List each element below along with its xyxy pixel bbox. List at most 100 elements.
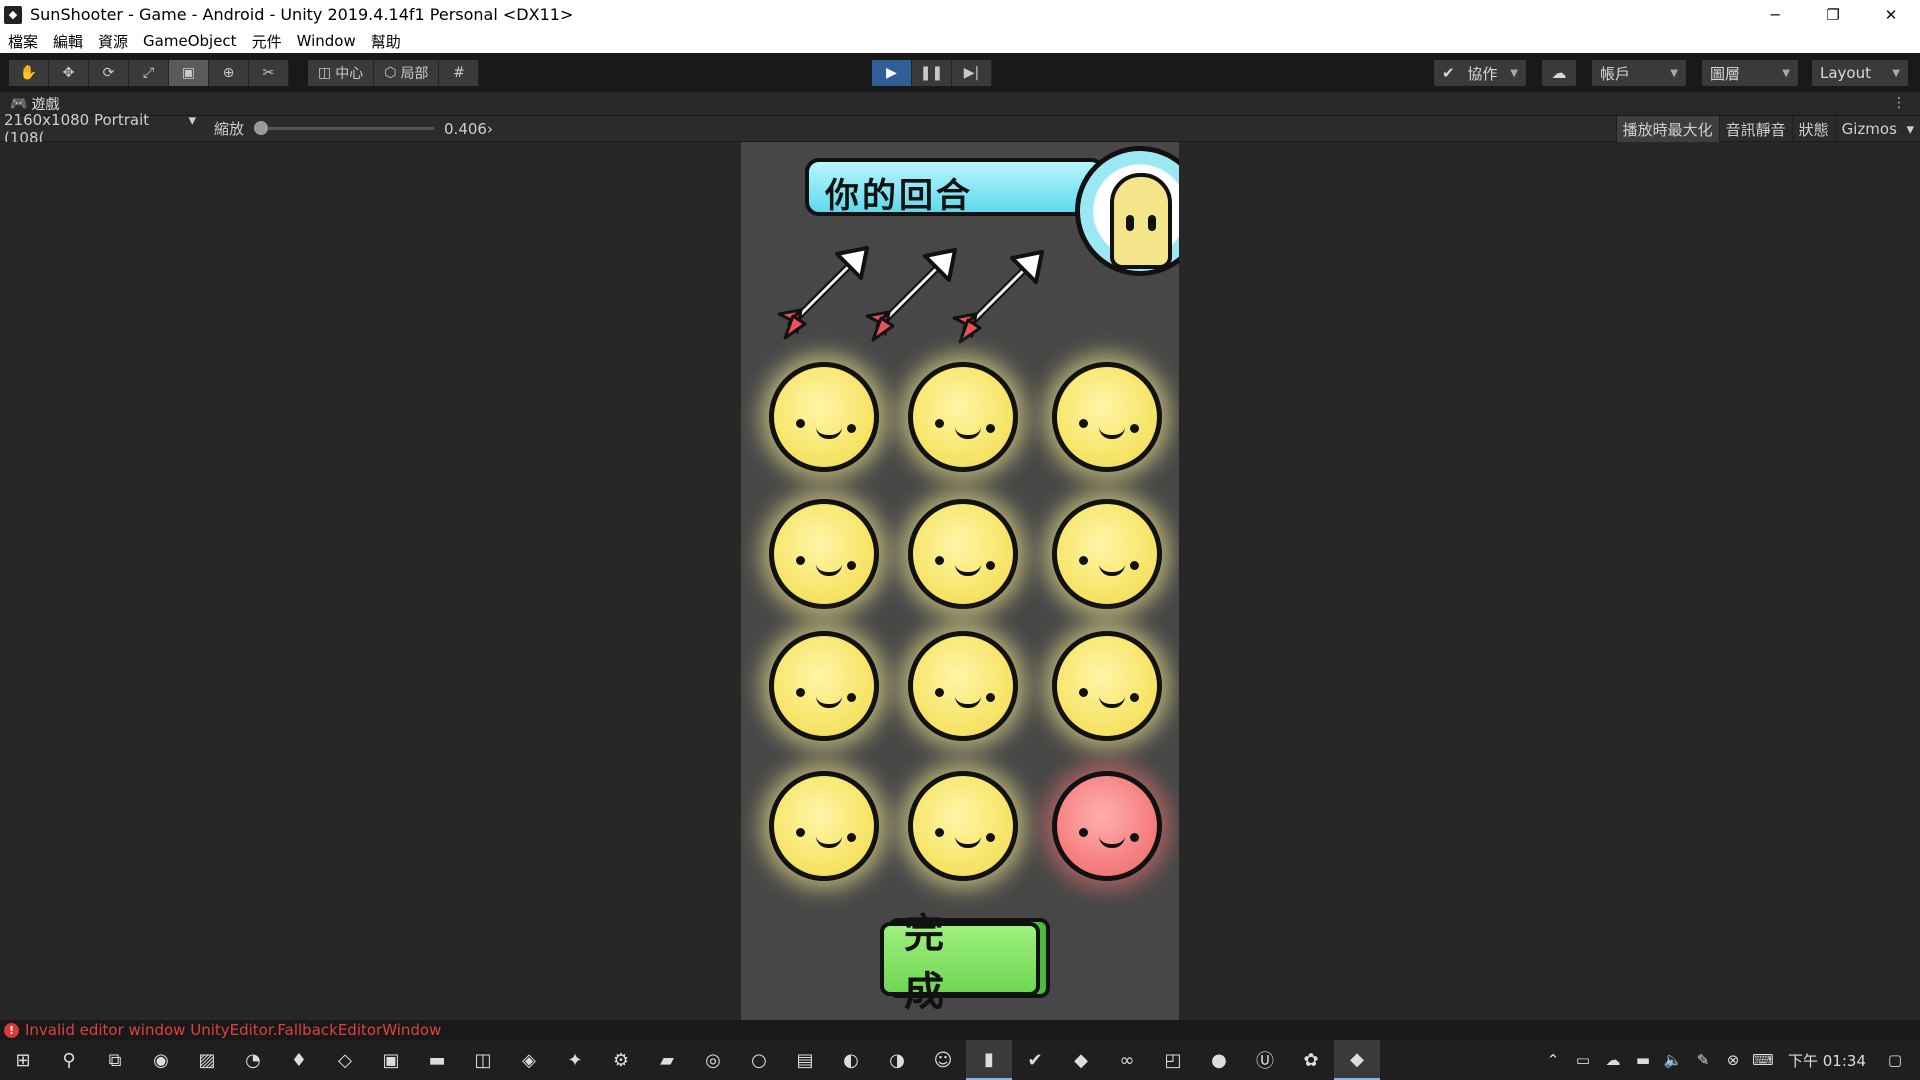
menu-help[interactable]: 幫助 <box>364 31 408 52</box>
pause-button[interactable]: ❚❚ <box>912 60 952 86</box>
pen-icon[interactable]: ✎ <box>1688 1051 1718 1069</box>
taskbar-app-8[interactable]: ▤ <box>782 1040 828 1080</box>
sun-eye <box>1079 419 1088 428</box>
close-button[interactable]: ✕ <box>1862 0 1920 29</box>
taskbar-davinci[interactable]: ✿ <box>1288 1040 1334 1080</box>
menu-gameobject[interactable]: GameObject <box>136 32 244 50</box>
taskbar-clock[interactable]: 下午 01:34 <box>1788 1050 1866 1071</box>
cloud-sync-icon[interactable]: ☁ <box>1598 1051 1628 1069</box>
menu-window[interactable]: Window <box>290 32 363 50</box>
gizmos-toggle[interactable]: Gizmos ▾ <box>1834 116 1920 142</box>
sun-target[interactable] <box>908 362 1018 472</box>
windows-start-button[interactable]: ⊞ <box>0 1040 46 1080</box>
taskbar-visual-studio[interactable]: ∞ <box>1104 1040 1150 1080</box>
volume-icon[interactable]: 🔈 <box>1658 1051 1688 1069</box>
scale-slider-handle[interactable] <box>254 121 269 135</box>
sun-target[interactable] <box>769 362 879 472</box>
menu-edit[interactable]: 編輯 <box>46 31 90 52</box>
more-options-icon[interactable]: ⋮ <box>1892 95 1906 111</box>
cloud-button[interactable]: ☁ <box>1542 60 1576 86</box>
taskbar-app-1[interactable]: ◉ <box>138 1040 184 1080</box>
stats-toggle[interactable]: 狀態 <box>1791 116 1835 142</box>
taskbar-opera[interactable]: ○ <box>736 1040 782 1080</box>
taskbar-app-13[interactable]: ◰ <box>1150 1040 1196 1080</box>
taskbar-app-14[interactable]: ● <box>1196 1040 1242 1080</box>
maximize-on-play-toggle[interactable]: 播放時最大化 <box>1615 116 1719 142</box>
taskbar-chrome[interactable]: ◎ <box>690 1040 736 1080</box>
move-tool-button[interactable]: ✥ <box>49 60 89 86</box>
grid-snap-button[interactable]: # <box>439 60 480 86</box>
taskbar-app-6[interactable]: ◈ <box>506 1040 552 1080</box>
rect-tool-button[interactable]: ▣ <box>169 60 209 86</box>
sun-mouth <box>955 696 981 708</box>
sun-target[interactable] <box>1052 631 1162 741</box>
minimize-button[interactable]: ─ <box>1746 0 1804 29</box>
menu-assets[interactable]: 資源 <box>91 31 135 52</box>
scale-slider[interactable] <box>254 121 435 135</box>
app-icon: ◑ <box>889 1049 905 1071</box>
taskbar-app-5[interactable]: ▣ <box>368 1040 414 1080</box>
taskbar-app-3[interactable]: ◔ <box>230 1040 276 1080</box>
maximize-button[interactable]: ❐ <box>1804 0 1862 29</box>
task-view-button[interactable]: ⧉ <box>92 1040 138 1080</box>
taskbar-premiere[interactable]: ▰ <box>644 1040 690 1080</box>
taskbar-unity-editor[interactable]: ◆ <box>1334 1040 1380 1080</box>
taskbar-app-10[interactable]: ◑ <box>874 1040 920 1080</box>
keyboard-icon[interactable]: ⌨ <box>1748 1051 1778 1069</box>
taskbar-vscode[interactable]: ◇ <box>322 1040 368 1080</box>
transform-tool-button[interactable]: ⊕ <box>209 60 249 86</box>
sun-target[interactable] <box>769 631 879 741</box>
windows-taskbar: ⊞ ⚲ ⧉ ◉ ▨ ◔ ♦ ◇ ▣ ▬ ◫ ◈ ✦ ⚙ ▰ ◎ ○ ▤ ◐ ◑ … <box>0 1040 1920 1080</box>
sun-target[interactable] <box>1052 499 1162 609</box>
menu-component[interactable]: 元件 <box>245 31 289 52</box>
mute-audio-toggle[interactable]: 音訊靜音 <box>1718 116 1792 142</box>
sun-target[interactable] <box>1052 362 1162 472</box>
taskbar-unreal[interactable]: Ⓤ <box>1242 1040 1288 1080</box>
taskbar-file-explorer[interactable]: ▬ <box>414 1040 460 1080</box>
taskbar-app-7[interactable]: ✦ <box>552 1040 598 1080</box>
taskbar-discord[interactable]: ☺ <box>920 1040 966 1080</box>
sun-target-red[interactable] <box>1052 771 1162 881</box>
sun-target[interactable] <box>908 631 1018 741</box>
step-button[interactable]: ▶| <box>952 60 992 86</box>
sun-target[interactable] <box>908 771 1018 881</box>
pivot-local-button[interactable]: ⬡ 局部 <box>374 60 440 86</box>
menu-file[interactable]: 檔案 <box>1 31 45 52</box>
game-screen[interactable]: 你的回合 完成 <box>741 142 1179 1020</box>
sun-target[interactable] <box>769 499 879 609</box>
done-button[interactable]: 完成 <box>880 910 1050 1015</box>
console-status-bar[interactable]: ! Invalid editor window UnityEditor.Fall… <box>0 1020 1920 1040</box>
account-dropdown[interactable]: 帳戶 ▼ <box>1592 60 1686 86</box>
arrow-icon <box>946 244 1050 348</box>
premiere-icon: ▰ <box>660 1049 674 1071</box>
gamepad-icon: 🎮 <box>10 95 28 112</box>
close-circle-icon[interactable]: ⊗ <box>1718 1051 1748 1069</box>
play-button[interactable]: ▶ <box>872 60 912 86</box>
sun-target[interactable] <box>769 771 879 881</box>
taskbar-app-4[interactable]: ♦ <box>276 1040 322 1080</box>
layers-dropdown[interactable]: 圖層 ▼ <box>1702 60 1798 86</box>
taskbar-search-button[interactable]: ⚲ <box>46 1040 92 1080</box>
turn-banner: 你的回合 <box>805 158 1105 216</box>
notification-icon[interactable]: ▢ <box>1880 1051 1910 1069</box>
taskbar-app-9[interactable]: ◐ <box>828 1040 874 1080</box>
collab-dropdown[interactable]: ✔ 協作 ▼ <box>1434 60 1526 86</box>
taskbar-store[interactable]: ◫ <box>460 1040 506 1080</box>
scale-tool-button[interactable]: ⤢ <box>129 60 169 86</box>
layout-dropdown[interactable]: Layout ▼ <box>1812 60 1908 86</box>
taskbar-unity-hub[interactable]: ◆ <box>1058 1040 1104 1080</box>
taskbar-app-2[interactable]: ▨ <box>184 1040 230 1080</box>
sun-target[interactable] <box>908 499 1018 609</box>
network-icon[interactable]: ▭ <box>1568 1051 1598 1069</box>
taskbar-steam[interactable]: ⚙ <box>598 1040 644 1080</box>
taskbar-app-12[interactable]: ✔ <box>1012 1040 1058 1080</box>
chrome-icon: ◎ <box>705 1049 721 1071</box>
pivot-center-button[interactable]: ◫ 中心 <box>308 60 375 86</box>
custom-tool-button[interactable]: ✂ <box>249 60 289 86</box>
hand-tool-button[interactable]: ✋ <box>9 60 49 86</box>
chevron-up-icon[interactable]: ⌃ <box>1538 1051 1568 1069</box>
battery-icon[interactable]: ▬ <box>1628 1051 1658 1069</box>
rotate-tool-button[interactable]: ⟳ <box>89 60 129 86</box>
taskbar-app-11[interactable]: ▮ <box>966 1040 1012 1080</box>
scale-icon: ⤢ <box>142 65 155 81</box>
